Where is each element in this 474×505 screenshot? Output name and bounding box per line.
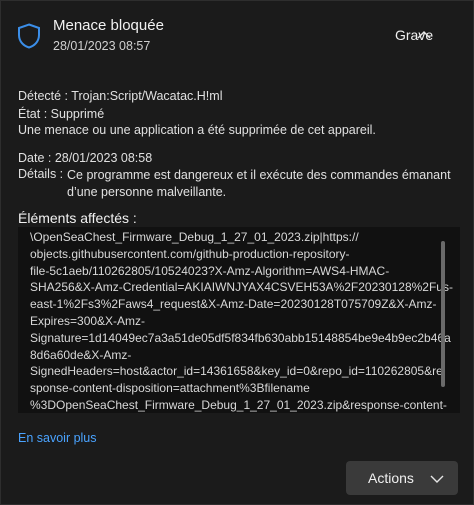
- notification-header[interactable]: Menace bloquée 28/01/2023 08:57 Grave: [1, 1, 474, 63]
- detected-label: Détecté :: [18, 89, 69, 103]
- date-row: Date : 28/01/2023 08:58: [18, 151, 152, 165]
- actions-button-label: Actions: [368, 470, 414, 486]
- date-value: 28/01/2023 08:58: [54, 151, 153, 165]
- affected-items-box[interactable]: \OpenSeaChest_Firmware_Debug_1_27_01_202…: [18, 227, 460, 413]
- chevron-up-icon[interactable]: [416, 27, 432, 43]
- affected-item-line: SHA256&X-Amz-Credential=AKIAIWNJYAX4CSVE…: [30, 280, 453, 295]
- state-value: Supprimé: [50, 107, 105, 121]
- affected-item-line: SignedHeaders=host&actor_id=14361658&key…: [30, 364, 443, 379]
- notification-date: 28/01/2023 08:57: [53, 39, 151, 53]
- threat-notification-panel: Menace bloquée 28/01/2023 08:57 Grave Dé…: [0, 0, 474, 505]
- state-label: État :: [18, 107, 48, 121]
- affected-item-line: sponse-content-disposition=attachment%3B…: [30, 381, 310, 396]
- details-label: Détails :: [18, 167, 64, 181]
- affected-item-line: Expires=300&X-Amz-: [30, 313, 146, 328]
- affected-item-line: objects.githubusercontent.com/github-pro…: [30, 246, 350, 261]
- date-label: Date :: [18, 151, 52, 165]
- affected-item-line: \OpenSeaChest_Firmware_Debug_1_27_01_202…: [30, 230, 359, 244]
- affected-items-title: Éléments affectés :: [18, 210, 137, 226]
- affected-item-line: Signature=1d14049ec7a3a51de05df5f834fb63…: [30, 330, 451, 345]
- detected-value: Trojan:Script/Wacatac.H!ml: [71, 89, 223, 103]
- shield-icon: [17, 23, 41, 49]
- state-row: État : Supprimé: [18, 107, 104, 121]
- affected-item-line: 8d6a60de&X-Amz-: [30, 347, 132, 362]
- threat-description: Une menace ou une application a été supp…: [18, 123, 376, 137]
- learn-more-link[interactable]: En savoir plus: [18, 431, 97, 445]
- affected-item-line: east-1%2Fs3%2Faws4_request&X-Amz-Date=20…: [30, 297, 437, 312]
- detected-row: Détecté : Trojan:Script/Wacatac.H!ml: [18, 89, 222, 103]
- affected-items-scrollbar[interactable]: [441, 241, 445, 387]
- chevron-down-icon: [430, 472, 444, 484]
- details-value: Ce programme est dangereux et il exécute…: [67, 168, 451, 199]
- affected-item-line: %3DOpenSeaChest_Firmware_Debug_1_27_01_2…: [30, 397, 447, 412]
- actions-button[interactable]: Actions: [346, 461, 458, 495]
- notification-title: Menace bloquée: [53, 17, 164, 34]
- affected-item-path: \OpenSeaChest_Firmware_Debug_1_27_01_202…: [30, 229, 453, 413]
- affected-item-line: file-5c1aeb/110262805/10524023?X-Amz-Alg…: [30, 263, 390, 278]
